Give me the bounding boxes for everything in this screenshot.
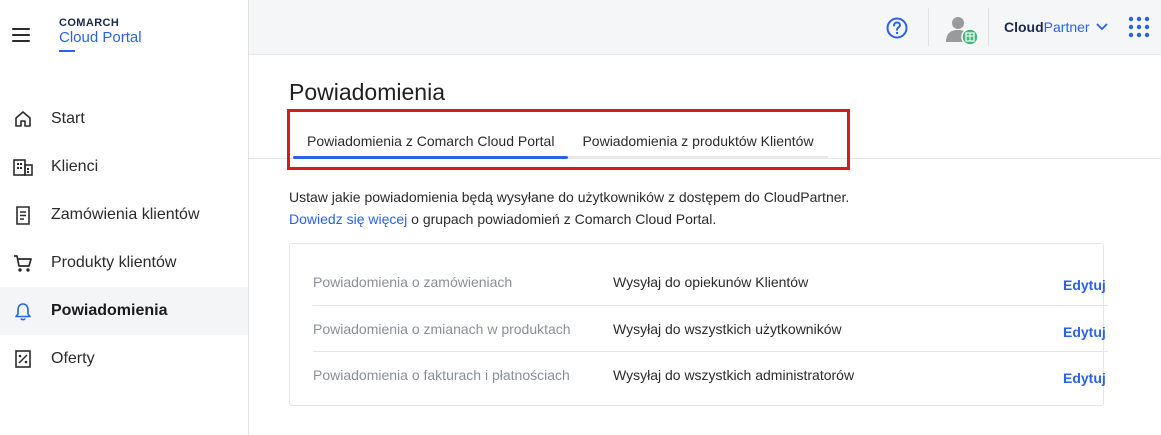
notification-group-name: Powiadomienia o zmianach w produktach — [313, 320, 571, 337]
sidebar: COMARCH Cloud Portal Start Klienci Zamów… — [0, 0, 249, 435]
edit-button[interactable]: Edytuj — [1063, 277, 1106, 293]
account-name-accent: Partner — [1043, 19, 1090, 35]
logo-brand: COMARCH — [59, 17, 120, 29]
sidebar-item-label: Klienci — [51, 158, 99, 175]
building-icon — [12, 156, 34, 178]
comarch-cloud-portal-logo[interactable]: COMARCH Cloud Portal — [59, 17, 142, 52]
sidebar-item-start[interactable]: Start — [0, 95, 248, 143]
account-switcher[interactable]: Cloud Partner — [1004, 18, 1108, 36]
notification-recipients: Wysyłaj do opiekunów Klientów — [613, 274, 809, 290]
account-name-bold: Cloud — [1004, 19, 1044, 35]
intro-text: Ustaw jakie powiadomienia będą wysyłane … — [289, 186, 849, 230]
apps-grid-icon[interactable] — [1128, 16, 1150, 38]
notification-group-name: Powiadomienia o zamówieniach — [313, 274, 513, 290]
page-title: Powiadomienia — [289, 79, 445, 105]
notification-group-name: Powiadomienia o fakturach i płatnościach — [313, 366, 570, 383]
sidebar-item-zamowienia[interactable]: Zamówienia klientów — [0, 191, 248, 239]
sidebar-item-label: Produkty klientów — [51, 254, 177, 271]
sidebar-item-label: Powiadomienia — [51, 302, 168, 319]
top-header: Cloud Partner — [249, 0, 1161, 55]
table-row: Powiadomienia o zmianach w produktach Wy… — [313, 305, 1108, 351]
sidebar-item-powiadomienia[interactable]: Powiadomienia — [0, 287, 248, 335]
intro-line-2-text: o grupach powiadomień z Comarch Cloud Po… — [407, 211, 717, 227]
sidebar-item-label: Oferty — [51, 350, 95, 367]
intro-line-1: Ustaw jakie powiadomienia będą wysyłane … — [289, 189, 850, 205]
percent-icon — [12, 348, 34, 370]
sidebar-item-klienci[interactable]: Klienci — [0, 143, 248, 191]
cart-icon — [12, 252, 34, 274]
sidebar-nav: Start Klienci Zamówienia klientów Produk… — [0, 95, 248, 383]
hamburger-menu-icon[interactable] — [12, 28, 30, 42]
header-divider — [928, 8, 929, 46]
notification-recipients: Wysyłaj do wszystkich użytkowników — [613, 320, 842, 337]
sidebar-item-oferty[interactable]: Oferty — [0, 335, 248, 383]
table-row: Powiadomienia o zamówieniach Wysyłaj do … — [313, 259, 1108, 305]
sidebar-item-label: Zamówienia klientów — [51, 206, 200, 223]
home-icon — [12, 108, 34, 130]
table-row: Powiadomienia o fakturach i płatnościach… — [313, 351, 1108, 397]
tabs-highlight-box — [287, 109, 850, 170]
header-divider — [988, 8, 989, 46]
logo-product: Cloud Portal — [59, 29, 142, 46]
bell-icon — [12, 300, 34, 322]
document-icon — [12, 204, 34, 226]
intro-line-2: Dowiedz się więcej o grupach powiadomień… — [289, 208, 849, 230]
sidebar-item-produkty[interactable]: Produkty klientów — [0, 239, 248, 287]
avatar[interactable] — [943, 14, 981, 46]
logo-underline — [59, 50, 75, 52]
help-icon[interactable] — [886, 17, 908, 39]
learn-more-link[interactable]: Dowiedz się więcej — [289, 211, 407, 227]
notification-recipients: Wysyłaj do wszystkich administratorów — [613, 366, 855, 383]
edit-button[interactable]: Edytuj — [1063, 370, 1106, 386]
edit-button[interactable]: Edytuj — [1063, 324, 1106, 340]
notification-settings-card: Powiadomienia o zamówieniach Wysyłaj do … — [289, 243, 1108, 406]
sidebar-item-label: Start — [51, 110, 85, 127]
chevron-down-icon — [1090, 18, 1108, 36]
main-content: Powiadomienia Powiadomienia z Comarch Cl… — [249, 55, 1161, 435]
